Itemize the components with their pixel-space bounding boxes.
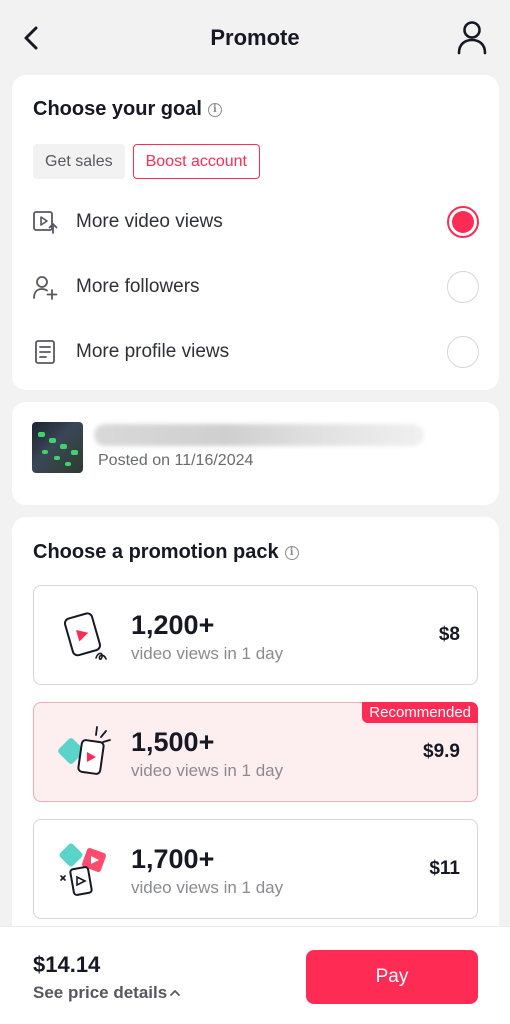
goal-option-video-views[interactable]: More video views (32, 200, 479, 244)
pack-price: $8 (438, 624, 460, 645)
video-cards-icon (58, 726, 111, 775)
back-arrow-icon[interactable] (18, 22, 46, 54)
post-card[interactable]: Posted on 11/16/2024 (12, 402, 499, 505)
profile-doc-icon (35, 340, 55, 364)
goal-option-label: More profile views (76, 341, 230, 362)
info-icon[interactable]: i (207, 102, 222, 117)
add-follower-icon (33, 276, 58, 300)
promotion-pack-1500[interactable]: Recommended 1,500+ video views in 1 day … (33, 702, 478, 802)
chevron-up-icon (170, 990, 181, 996)
pack-views: 1,500+ (131, 727, 215, 757)
pack-desc: video views in 1 day (131, 878, 284, 897)
tab-boost-account[interactable]: Boost account (132, 144, 260, 179)
goal-card: Choose your goal i Get sales Boost accou… (12, 75, 499, 390)
goal-option-followers[interactable]: More followers (32, 265, 479, 309)
pack-section-title: Choose a promotion pack i (33, 541, 299, 564)
pack-desc: video views in 1 day (131, 644, 284, 663)
pack-title-text: Choose a promotion pack (33, 541, 279, 563)
posted-date: Posted on 11/16/2024 (98, 452, 254, 469)
pack-views: 1,200+ (131, 610, 215, 640)
goal-option-profile-views[interactable]: More profile views (32, 330, 479, 374)
promotion-pack-1200[interactable]: 1,200+ video views in 1 day $8 (33, 585, 478, 685)
radio-unselected[interactable] (447, 271, 479, 303)
goal-section-title: Choose your goal i (33, 98, 222, 121)
radio-selected[interactable] (447, 206, 479, 238)
pack-views: 1,700+ (131, 844, 215, 874)
promotion-pack-1700[interactable]: 1,700+ video views in 1 day $11 (33, 819, 478, 919)
pay-button[interactable]: Pay (306, 950, 478, 1004)
total-price: $14.14 (33, 952, 101, 977)
pack-desc: video views in 1 day (131, 761, 284, 780)
profile-icon[interactable] (456, 20, 488, 56)
radio-unselected[interactable] (447, 336, 479, 368)
price-details-text: See price details (33, 983, 168, 1002)
page-title: Promote (210, 25, 300, 50)
pack-card: Choose a promotion pack i 1,200+ video v… (12, 517, 499, 937)
header: Promote (0, 0, 510, 76)
checkout-bar: $14.14 See price details Pay (0, 926, 510, 1024)
info-icon[interactable]: i (284, 545, 299, 560)
blurred-caption (94, 424, 424, 446)
goal-tabs: Get sales Boost account (33, 144, 260, 179)
goal-title-text: Choose your goal (33, 98, 202, 120)
video-card-icon (63, 612, 107, 661)
video-views-icon (33, 211, 58, 234)
pack-price: $9.9 (423, 741, 460, 762)
video-stack-icon (59, 843, 106, 896)
video-thumbnail (32, 422, 83, 473)
goal-option-label: More video views (76, 211, 223, 232)
recommended-badge: Recommended (362, 702, 478, 723)
pack-price: $11 (429, 858, 460, 879)
tab-get-sales[interactable]: Get sales (33, 144, 125, 179)
goal-option-label: More followers (76, 276, 200, 297)
price-details-link[interactable]: See price details (33, 983, 181, 1003)
